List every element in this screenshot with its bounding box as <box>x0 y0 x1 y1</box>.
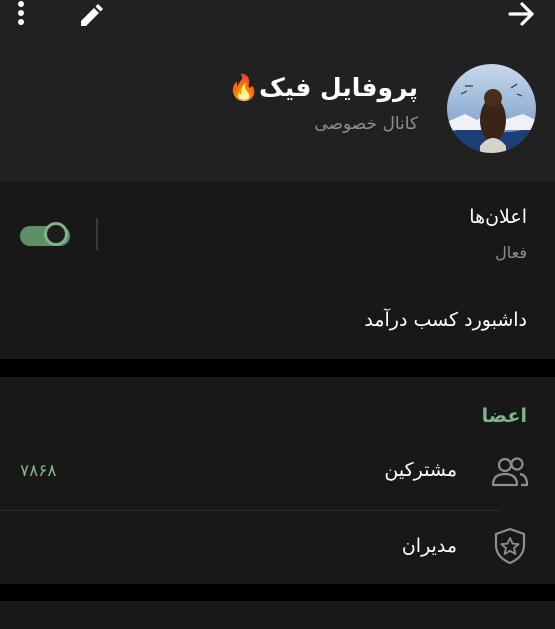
next-section <box>0 601 555 629</box>
toggle-knob[interactable] <box>44 222 68 246</box>
subscribers-label[interactable]: مشترکین <box>384 459 457 481</box>
more-options-button[interactable] <box>8 0 34 28</box>
more-vertical-icon <box>18 1 24 25</box>
shield-star-icon <box>493 527 527 565</box>
members-section <box>0 377 555 584</box>
forward-button[interactable] <box>506 0 538 28</box>
channel-avatar[interactable] <box>447 64 536 153</box>
revenue-dashboard-item[interactable]: داشبورد کسب درآمد <box>364 309 527 331</box>
channel-title: پروفایل فیک🔥 <box>228 73 418 102</box>
edit-button[interactable] <box>76 0 106 30</box>
row-divider <box>0 510 500 511</box>
channel-type: کانال خصوصی <box>314 114 418 134</box>
subscribers-count: ۷۸۶۸ <box>20 461 57 481</box>
notifications-label[interactable]: اعلان‌ها <box>469 206 527 228</box>
vertical-divider <box>96 218 98 250</box>
members-section-title: اعضا <box>481 405 527 427</box>
admins-label[interactable]: مدیران <box>402 535 457 557</box>
subscribers-icon <box>491 455 529 489</box>
arrow-right-icon <box>508 2 534 26</box>
notifications-state: فعال <box>495 243 527 262</box>
edit-pencil-icon <box>81 4 103 26</box>
avatar-image <box>447 64 536 153</box>
